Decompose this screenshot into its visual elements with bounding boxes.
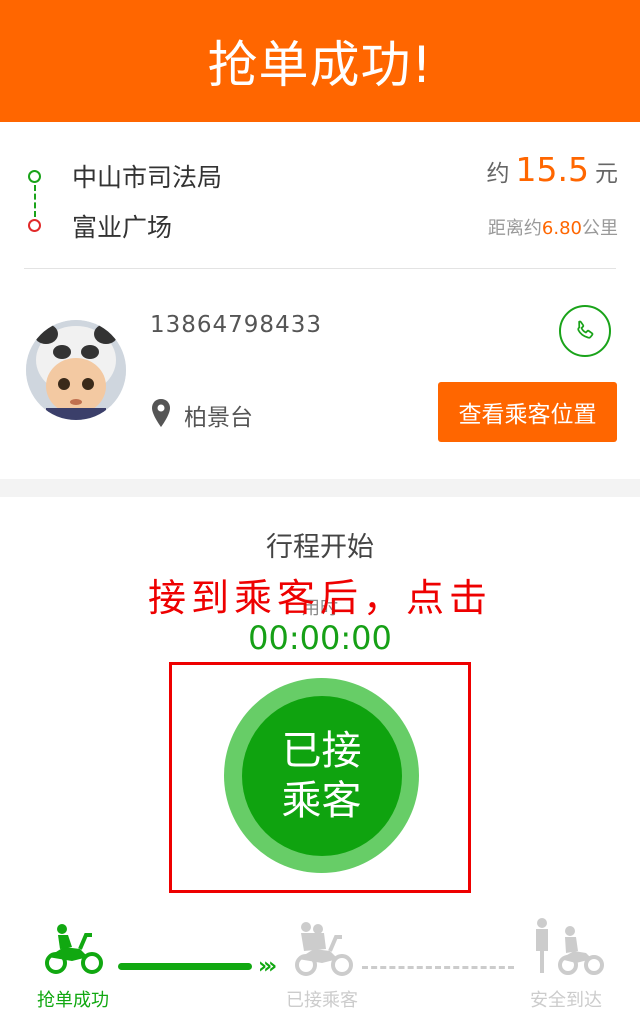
fare-unit: 元	[595, 161, 618, 187]
order-card: 中山市司法局 富业广场 约 15.5 元 距离约6.80公里 138647984…	[0, 122, 640, 479]
instruction-annotation: 接到乘客后，点击	[147, 576, 492, 620]
progress-arrows-icon: ›››	[258, 954, 277, 979]
trip-timer: 00:00:00	[248, 619, 392, 657]
progress-bar-pending	[362, 966, 514, 969]
pickup-location: 柏景台	[184, 405, 253, 431]
progress-bar-done	[118, 963, 252, 970]
distance-value: 6.80	[541, 218, 582, 239]
view-passenger-location-button[interactable]: 查看乘客位置	[438, 382, 617, 442]
picked-up-label-line2: 乘客	[281, 777, 362, 824]
start-location: 中山市司法局	[72, 163, 223, 192]
end-location: 富业广场	[72, 213, 173, 242]
page-title: 抢单成功!	[0, 0, 640, 122]
call-button[interactable]	[559, 305, 611, 357]
route-line	[34, 185, 36, 217]
trip-status: 行程开始	[266, 532, 374, 563]
arrived-icon	[536, 918, 604, 975]
trip-distance: 距离约6.80公里	[488, 214, 618, 240]
scooter-rider-icon	[45, 924, 103, 974]
fare-amount: 15.5	[515, 150, 589, 189]
fare-prefix: 约	[486, 161, 510, 187]
distance-prefix: 距离约	[487, 218, 542, 239]
picked-up-button-face: 已接 乘客	[241, 695, 402, 856]
scooter-passenger-icon	[295, 922, 353, 976]
phone-icon	[577, 320, 594, 339]
start-point-icon	[28, 170, 41, 183]
passenger-avatar	[26, 320, 126, 420]
step-grabbed-order: 抢单成功	[37, 990, 109, 1011]
divider	[24, 268, 616, 269]
distance-unit: 公里	[582, 218, 618, 239]
progress-steps: 抢单成功 ››› 已接乘客 安全到达	[0, 917, 640, 1017]
passenger-phone: 13864798433	[150, 312, 322, 338]
step-picked-up: 已接乘客	[286, 990, 358, 1011]
passenger-picked-up-button[interactable]: 已接 乘客	[224, 678, 419, 873]
end-point-icon	[28, 219, 41, 232]
fare-estimate: 约 15.5 元	[487, 150, 618, 189]
step-arrived-safely: 安全到达	[530, 990, 602, 1011]
location-pin-icon	[152, 399, 170, 427]
trip-panel: 行程开始 用时 接到乘客后，点击 00:00:00 已接 乘客 抢单成功 ›››	[0, 497, 640, 1033]
picked-up-label-line1: 已接	[281, 727, 362, 774]
